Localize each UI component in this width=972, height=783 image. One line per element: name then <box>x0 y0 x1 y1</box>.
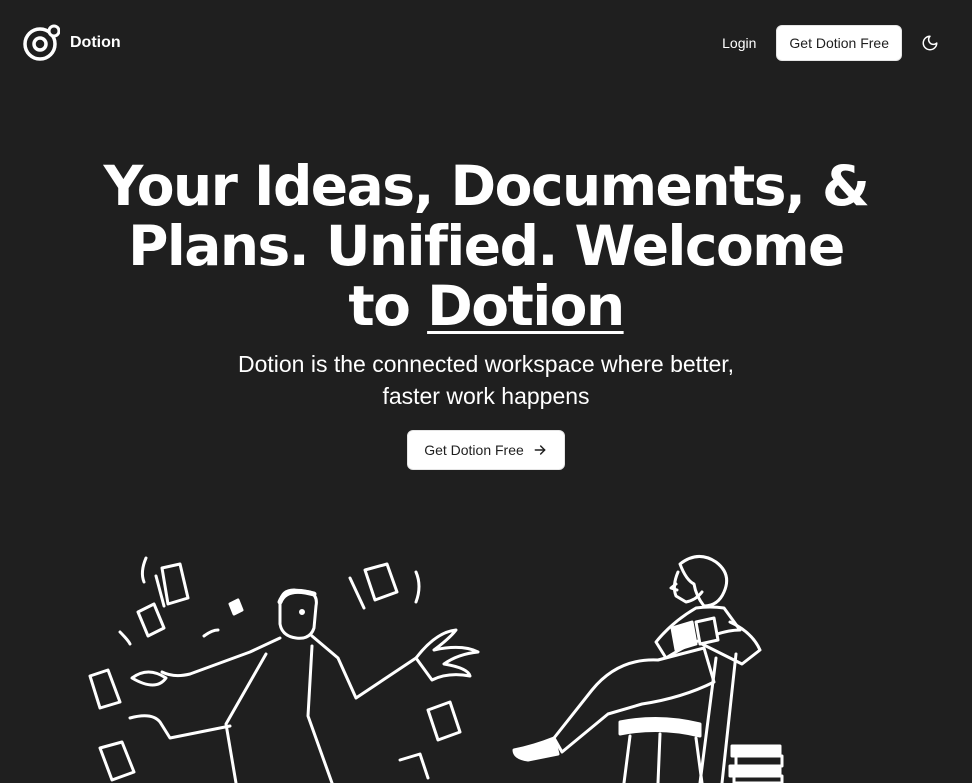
moon-icon <box>922 35 938 51</box>
hero-subheadline: Dotion is the connected workspace where … <box>237 351 735 409</box>
documents-illustration <box>88 556 480 783</box>
hero-headline: Your Ideas, Documents, & Plans. Unified.… <box>96 156 876 336</box>
login-button[interactable]: Login <box>708 27 770 59</box>
nav-actions: Login Get Dotion Free <box>708 25 950 61</box>
get-dotion-free-header-button[interactable]: Get Dotion Free <box>776 25 902 61</box>
hero-headline-brand: Dotion <box>427 274 625 338</box>
dotion-logo-icon <box>23 24 60 61</box>
arrow-right-icon <box>534 445 546 455</box>
reading-illustration <box>512 555 784 783</box>
get-dotion-free-hero-button[interactable]: Get Dotion Free <box>407 430 565 470</box>
navbar: Dotion Login Get Dotion Free <box>0 0 972 86</box>
brand-name: Dotion <box>70 34 121 51</box>
theme-toggle-button[interactable] <box>918 31 942 55</box>
brand-logo-link[interactable]: Dotion <box>22 24 121 62</box>
hero-section: Your Ideas, Documents, & Plans. Unified.… <box>0 156 972 470</box>
hero-cta-label: Get Dotion Free <box>424 442 524 458</box>
